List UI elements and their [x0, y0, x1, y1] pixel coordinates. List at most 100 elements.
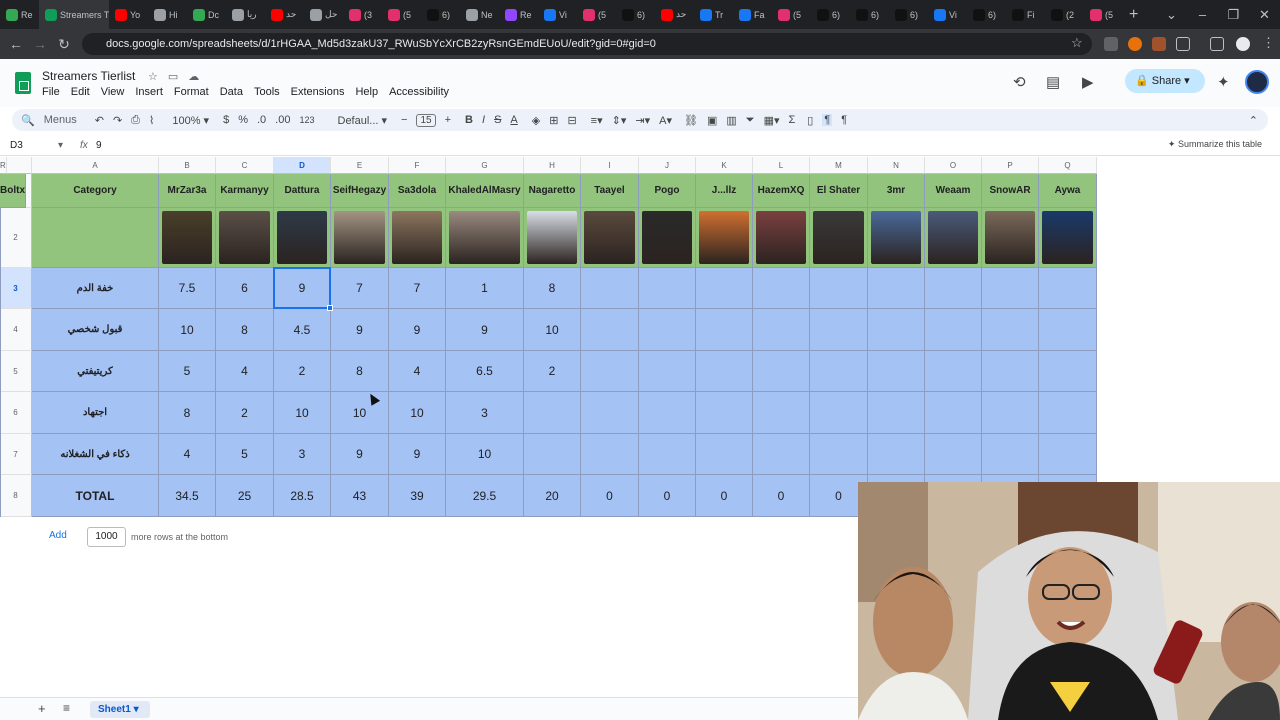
browser-menu-icon[interactable]: ⋮	[1262, 35, 1275, 51]
streamer-name-cell[interactable]: Karmanyy	[216, 174, 274, 208]
add-sheet-icon[interactable]: +	[38, 701, 46, 716]
redo-icon[interactable]: ↷	[113, 114, 122, 127]
sheet-tab-sheet1[interactable]: Sheet1 ▾	[90, 701, 150, 718]
streamer-photo-cell[interactable]	[331, 208, 389, 268]
total-cell[interactable]: 0	[696, 475, 753, 517]
column-header[interactable]: O	[925, 157, 982, 174]
score-cell[interactable]: 10	[389, 392, 446, 434]
vertical-align-icon[interactable]: ⇕▾	[612, 114, 627, 127]
name-box-dropdown-icon[interactable]: ▾	[58, 140, 63, 151]
text-color-icon[interactable]: A	[510, 114, 517, 126]
score-cell[interactable]	[696, 392, 753, 434]
browser-tab[interactable]: (3	[343, 0, 382, 29]
tab-search-icon[interactable]: ⌄	[1156, 7, 1187, 23]
score-cell[interactable]: 9	[446, 309, 524, 351]
score-cell[interactable]: 3	[446, 392, 524, 434]
column-header[interactable]: A	[32, 157, 159, 174]
score-cell[interactable]: 9	[389, 309, 446, 351]
rtl-icon[interactable]: ¶	[841, 114, 847, 126]
currency-format-button[interactable]: $	[223, 114, 229, 126]
streamer-name-cell[interactable]: Pogo	[639, 174, 696, 208]
score-cell[interactable]	[810, 434, 868, 475]
total-cell[interactable]: 0	[639, 475, 696, 517]
row-header[interactable]: 4	[0, 309, 32, 351]
filter-icon[interactable]: ⏷	[746, 114, 755, 127]
menu-item[interactable]: Edit	[71, 86, 90, 98]
score-cell[interactable]	[696, 351, 753, 392]
total-cell[interactable]: 34.5	[159, 475, 216, 517]
streamer-photo-cell[interactable]	[1039, 208, 1097, 268]
menu-item[interactable]: File	[42, 86, 60, 98]
summarize-table-button[interactable]: ✦ Summarize this table	[1168, 139, 1262, 150]
streamer-photo-cell[interactable]	[524, 208, 581, 268]
category-header-cell[interactable]: Category	[32, 174, 159, 208]
score-cell[interactable]: 9	[389, 434, 446, 475]
streamer-name-cell[interactable]: Weaam	[925, 174, 982, 208]
comments-icon[interactable]: ▤	[1046, 73, 1060, 91]
score-cell[interactable]	[868, 351, 925, 392]
score-cell[interactable]	[868, 268, 925, 309]
score-cell[interactable]	[753, 268, 810, 309]
italic-icon[interactable]: I	[482, 114, 485, 126]
search-menus-input[interactable]: Menus	[44, 114, 77, 126]
score-cell[interactable]	[982, 434, 1039, 475]
streamer-photo-cell[interactable]	[389, 208, 446, 268]
score-cell[interactable]: 5	[159, 351, 216, 392]
increase-decimal-button[interactable]: .00	[275, 114, 290, 126]
score-cell[interactable]	[925, 351, 982, 392]
freeze-icon[interactable]: ▯	[807, 114, 813, 127]
streamer-photo-cell[interactable]	[639, 208, 696, 268]
streamer-name-cell[interactable]: 3mr	[868, 174, 925, 208]
streamer-name-cell[interactable]: Taayel	[581, 174, 639, 208]
score-cell[interactable]	[581, 351, 639, 392]
column-header[interactable]: N	[868, 157, 925, 174]
strikethrough-icon[interactable]: S	[494, 114, 501, 126]
profile-avatar[interactable]	[1236, 37, 1250, 51]
score-cell[interactable]: 10	[159, 309, 216, 351]
column-header[interactable]: M	[810, 157, 868, 174]
score-cell[interactable]	[639, 309, 696, 351]
bold-icon[interactable]: B	[465, 114, 473, 126]
score-cell[interactable]	[0, 309, 1, 351]
all-sheets-icon[interactable]: ≡	[63, 701, 70, 715]
undo-icon[interactable]: ↶	[95, 114, 104, 127]
category-label-cell[interactable]: ذكاء في الشغلانه	[32, 434, 159, 475]
browser-tab[interactable]: Fi	[1006, 0, 1045, 29]
streamer-photo-cell[interactable]	[868, 208, 925, 268]
category-label-cell[interactable]: قبول شخصي	[32, 309, 159, 351]
total-label-cell[interactable]: TOTAL	[32, 475, 159, 517]
font-size-decrease-icon[interactable]: −	[401, 114, 407, 126]
merge-cells-icon[interactable]: ⊟	[567, 114, 576, 127]
column-header[interactable]: B	[159, 157, 216, 174]
browser-tab[interactable]: (5	[577, 0, 616, 29]
score-cell[interactable]	[639, 268, 696, 309]
maximize-icon[interactable]: ❐	[1218, 7, 1249, 23]
score-cell[interactable]	[581, 434, 639, 475]
score-cell[interactable]: 6.5	[446, 351, 524, 392]
font-size-input[interactable]: 15	[416, 113, 436, 127]
score-cell[interactable]	[696, 268, 753, 309]
score-cell[interactable]	[810, 351, 868, 392]
streamer-photo-cell[interactable]	[159, 208, 216, 268]
score-cell[interactable]	[639, 434, 696, 475]
empty-cell[interactable]	[32, 208, 159, 268]
browser-tab[interactable]: Re	[499, 0, 538, 29]
menu-item[interactable]: View	[101, 86, 125, 98]
total-cell[interactable]: 28.5	[274, 475, 331, 517]
streamer-name-cell[interactable]: SeifHegazy	[331, 174, 389, 208]
column-header[interactable]: H	[524, 157, 581, 174]
score-cell[interactable]: 8	[331, 351, 389, 392]
score-cell[interactable]	[1039, 351, 1097, 392]
streamer-name-cell[interactable]: SnowAR	[982, 174, 1039, 208]
column-header[interactable]: C	[216, 157, 274, 174]
row-header[interactable]: 7	[0, 434, 32, 475]
score-cell[interactable]	[639, 351, 696, 392]
streamer-photo-cell[interactable]	[753, 208, 810, 268]
score-cell[interactable]	[810, 392, 868, 434]
score-cell[interactable]: 5	[216, 434, 274, 475]
sidepanel-icon[interactable]	[1210, 37, 1224, 51]
total-cell[interactable]	[0, 475, 1, 517]
column-header[interactable]: E	[331, 157, 389, 174]
browser-tab[interactable]: حل	[304, 0, 343, 29]
text-rotation-icon[interactable]: A▾	[659, 114, 672, 127]
